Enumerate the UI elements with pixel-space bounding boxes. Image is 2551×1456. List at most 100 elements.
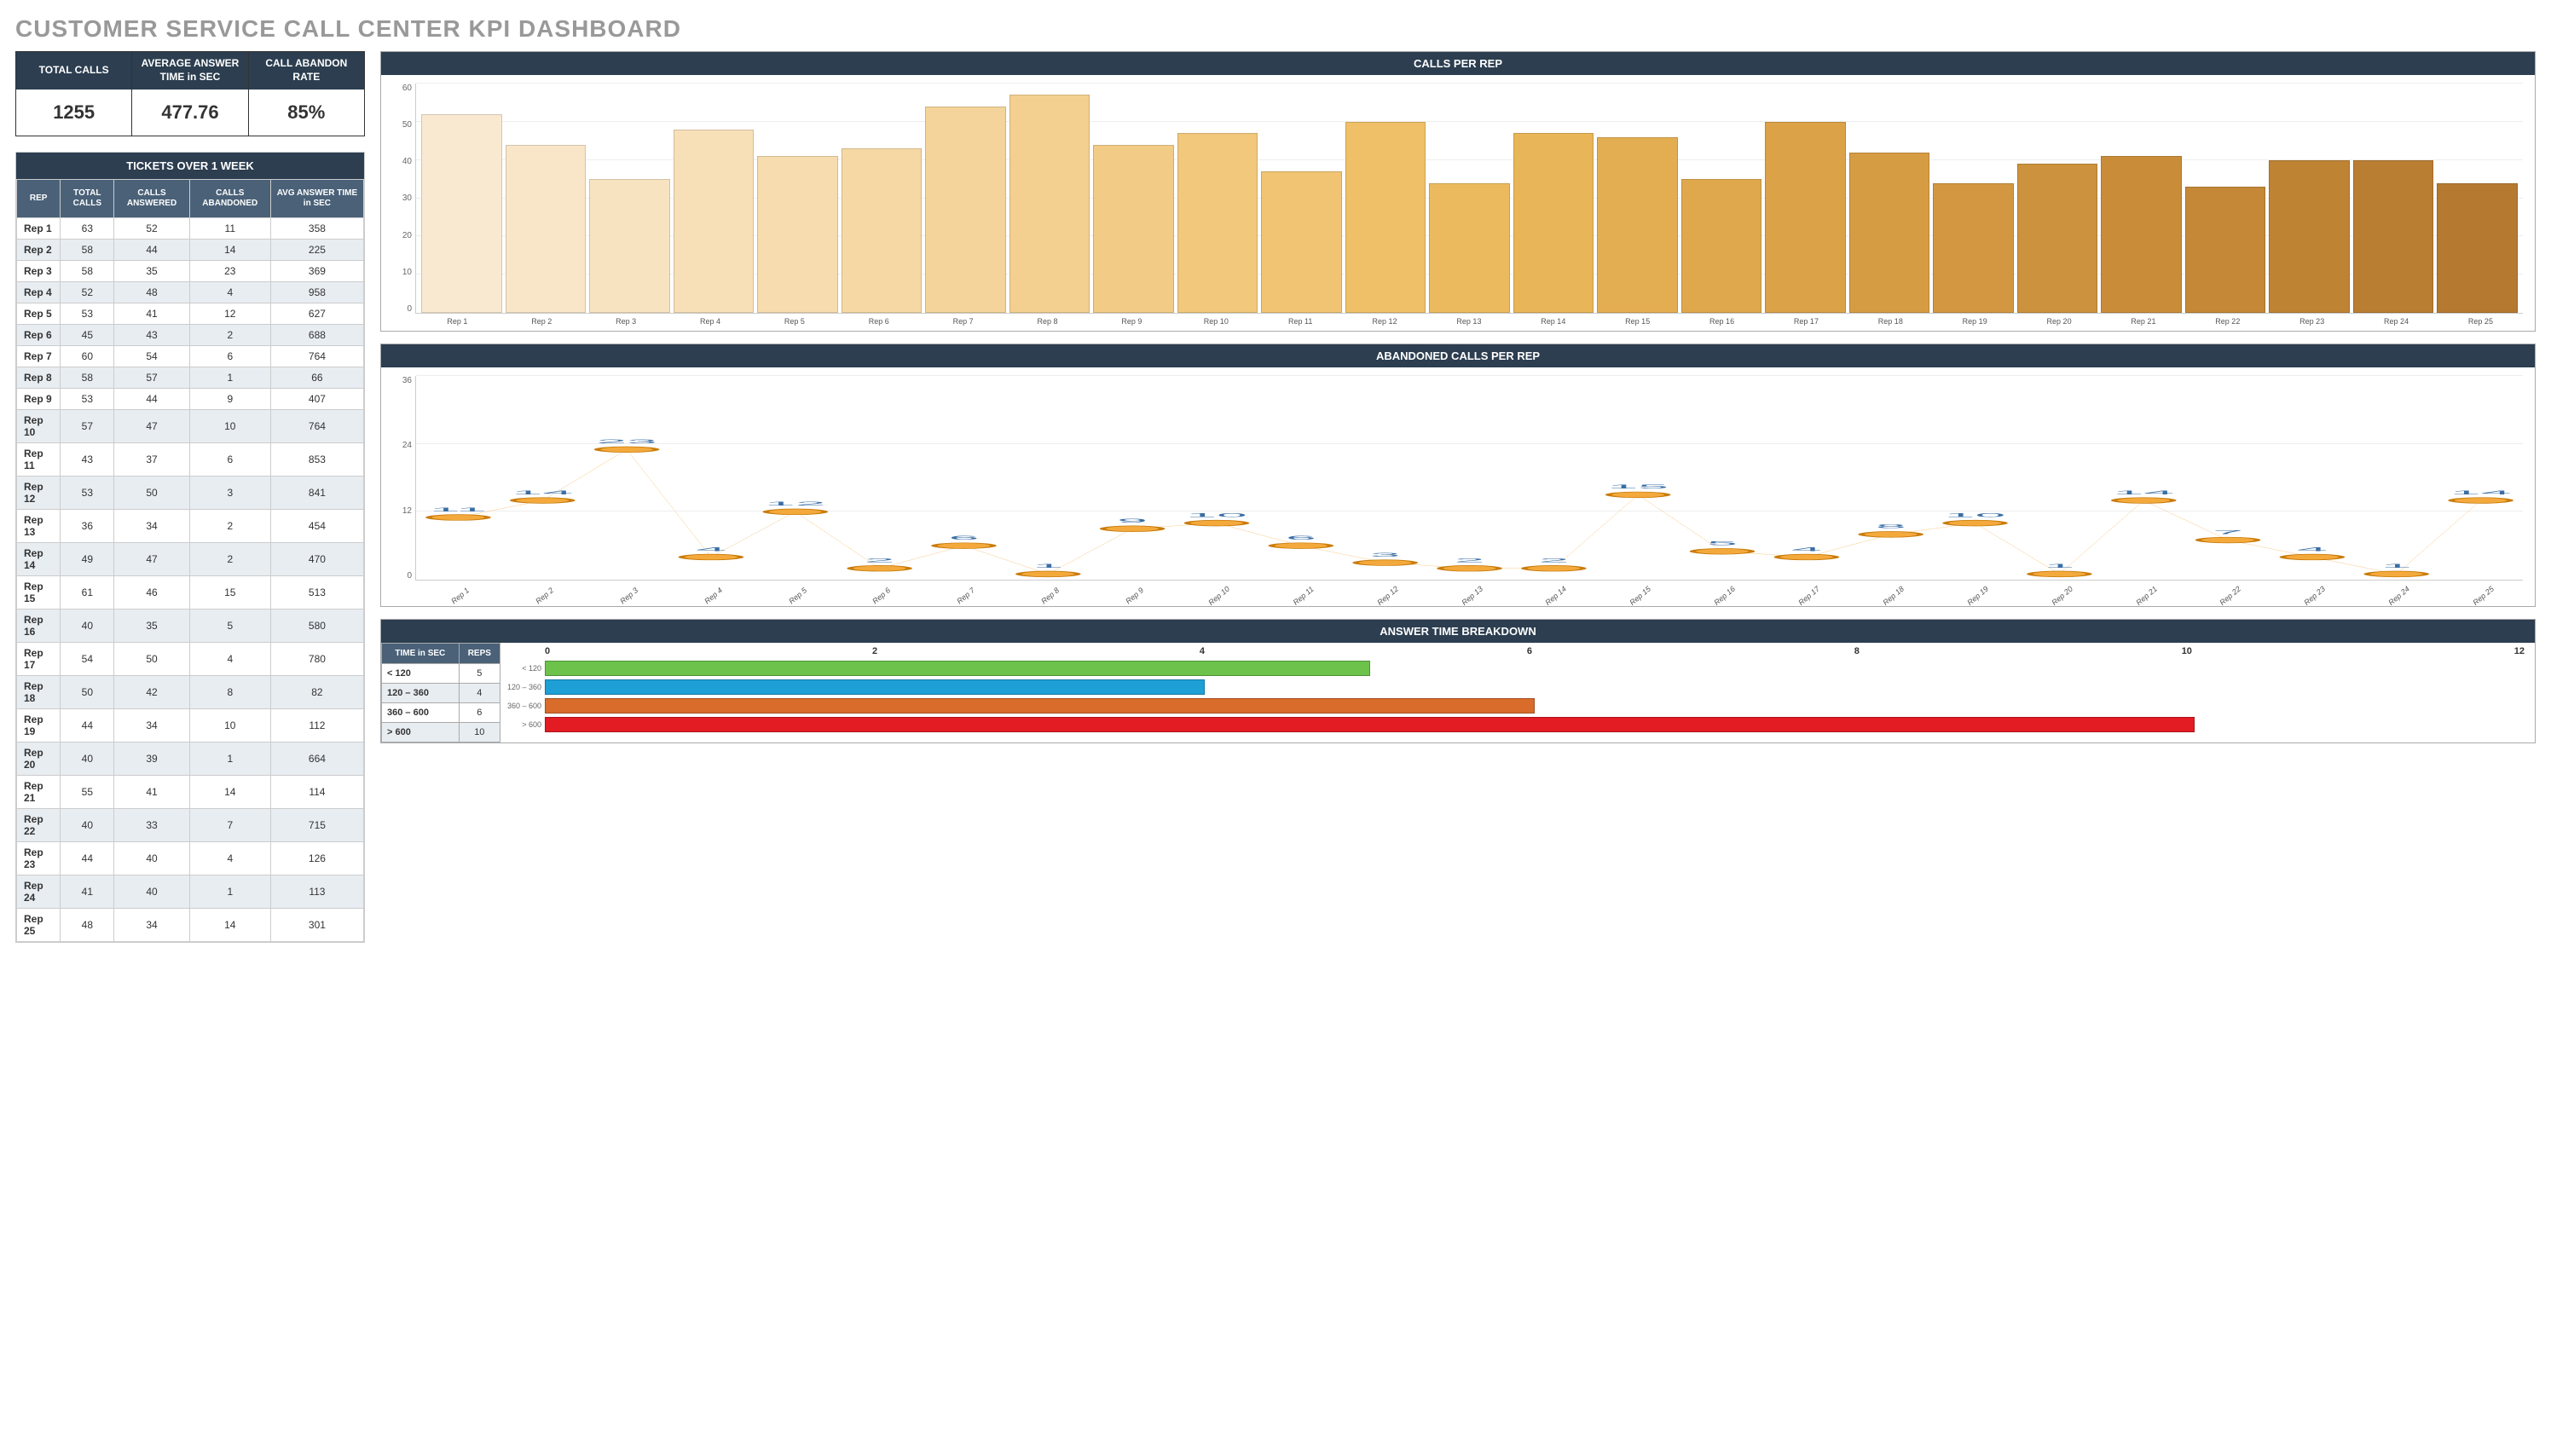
bar <box>1933 183 2014 313</box>
table-header: TIME in SEC <box>382 644 460 664</box>
line-marker <box>1103 526 1162 532</box>
table-header: AVG ANSWER TIME in SEC <box>270 180 363 218</box>
table-cell: 61 <box>61 576 114 610</box>
table-cell: 49 <box>61 543 114 576</box>
table-cell: 14 <box>189 909 270 942</box>
table-cell: Rep 25 <box>17 909 61 942</box>
table-cell: 35 <box>114 261 189 282</box>
table-cell: 60 <box>61 346 114 367</box>
table-cell: 958 <box>270 282 363 303</box>
table-cell: 47 <box>114 410 189 443</box>
table-row: > 60010 <box>382 723 500 742</box>
bar <box>1765 122 1846 313</box>
data-label: 4 <box>1791 546 1822 552</box>
kpi-row: TOTAL CALLS1255AVERAGE ANSWER TIME in SE… <box>15 51 365 136</box>
table-cell: 35 <box>114 610 189 643</box>
bar <box>1345 122 1426 313</box>
table-cell: 54 <box>61 643 114 676</box>
data-label: 14 <box>512 489 573 495</box>
table-row: Rep 2240337715 <box>17 809 364 842</box>
table-row: Rep 2344404126 <box>17 842 364 875</box>
table-header: REPS <box>459 644 500 664</box>
line-marker <box>2282 554 2341 560</box>
table-cell: Rep 9 <box>17 389 61 410</box>
chart-answer-time-breakdown: ANSWER TIME BREAKDOWN TIME in SECREPS < … <box>380 619 2536 743</box>
xtick-label: 2 <box>872 646 877 656</box>
table-row: Rep 953449407 <box>17 389 364 410</box>
table-row: Rep 1253503841 <box>17 477 364 510</box>
line-marker <box>1271 543 1330 549</box>
tickets-over-week: TICKETS OVER 1 WEEK REPTOTAL CALLSCALLS … <box>15 152 365 943</box>
xtick-label: Rep 16 <box>1680 314 1764 326</box>
table-row: Rep 3583523369 <box>17 261 364 282</box>
table-cell: 14 <box>189 776 270 809</box>
table-row: Rep 760546764 <box>17 346 364 367</box>
table-cell: 7 <box>189 809 270 842</box>
table-cell: Rep 3 <box>17 261 61 282</box>
xtick-label: Rep 2 <box>500 314 584 326</box>
data-label: 4 <box>2297 546 2328 552</box>
table-cell: Rep 15 <box>17 576 61 610</box>
table-row: Rep 1640355580 <box>17 610 364 643</box>
table-cell: 52 <box>61 282 114 303</box>
hbar-row: > 600 <box>506 716 2525 733</box>
bar <box>1009 95 1090 313</box>
xtick-label: Rep 3 <box>584 314 668 326</box>
table-row: Rep 645432688 <box>17 325 364 346</box>
xtick-label: 12 <box>2514 646 2525 656</box>
ytick-label: 60 <box>393 84 412 93</box>
data-label: 23 <box>596 439 657 445</box>
data-label: 1 <box>2045 563 2075 569</box>
data-label: 6 <box>949 534 980 540</box>
data-label: 2 <box>865 558 895 563</box>
table-cell: Rep 22 <box>17 809 61 842</box>
table-cell: 1 <box>189 367 270 389</box>
bar <box>842 148 923 313</box>
table-cell: 34 <box>114 909 189 942</box>
hbar-row: 360 – 600 <box>506 697 2525 714</box>
table-row: Rep 21554114114 <box>17 776 364 809</box>
table-cell: 454 <box>270 510 363 543</box>
table-cell: 764 <box>270 410 363 443</box>
line-marker <box>1861 532 1920 538</box>
table-cell: 57 <box>61 410 114 443</box>
table-row: 360 – 6006 <box>382 703 500 723</box>
xtick-label: Rep 19 <box>1933 314 2017 326</box>
table-cell: 58 <box>61 367 114 389</box>
ytick-label: 50 <box>393 120 412 130</box>
ytick-label: 30 <box>393 194 412 203</box>
bar-plot-area <box>415 84 2523 314</box>
table-cell: 50 <box>114 643 189 676</box>
table-cell: 40 <box>61 742 114 776</box>
line-marker <box>1187 520 1246 526</box>
xtick-label: Rep 21 <box>2102 314 2186 326</box>
table-row: Rep 1336342454 <box>17 510 364 543</box>
table-header: TOTAL CALLS <box>61 180 114 218</box>
xtick-label: Rep 10 <box>1174 314 1258 326</box>
bar-yaxis: 6050403020100 <box>393 84 415 314</box>
table-row: Rep 185042882 <box>17 676 364 709</box>
table-row: Rep 85857166 <box>17 367 364 389</box>
kpi-card: TOTAL CALLS1255 <box>16 52 132 136</box>
table-cell: 627 <box>270 303 363 325</box>
bar <box>674 130 755 313</box>
dashboard-title: CUSTOMER SERVICE CALL CENTER KPI DASHBOA… <box>15 15 2536 43</box>
table-cell: 11 <box>189 218 270 240</box>
hbar-label: > 600 <box>506 720 545 729</box>
xtick-label: Rep 5 <box>753 314 837 326</box>
table-cell: 63 <box>61 218 114 240</box>
xtick-label: Rep 22 <box>2185 314 2270 326</box>
table-cell: 44 <box>61 842 114 875</box>
bar-xaxis-labels: Rep 1Rep 2Rep 3Rep 4Rep 5Rep 6Rep 7Rep 8… <box>393 314 2523 326</box>
data-label: 6 <box>1286 534 1316 540</box>
table-cell: Rep 21 <box>17 776 61 809</box>
table-cell: 36 <box>61 510 114 543</box>
table-cell: 48 <box>61 909 114 942</box>
data-label: 1 <box>2381 563 2412 569</box>
table-cell: Rep 10 <box>17 410 61 443</box>
table-cell: 40 <box>114 875 189 909</box>
bar <box>421 114 502 313</box>
table-cell: 53 <box>61 477 114 510</box>
xtick-label: Rep 18 <box>1848 314 1933 326</box>
left-column: TOTAL CALLS1255AVERAGE ANSWER TIME in SE… <box>15 51 365 943</box>
